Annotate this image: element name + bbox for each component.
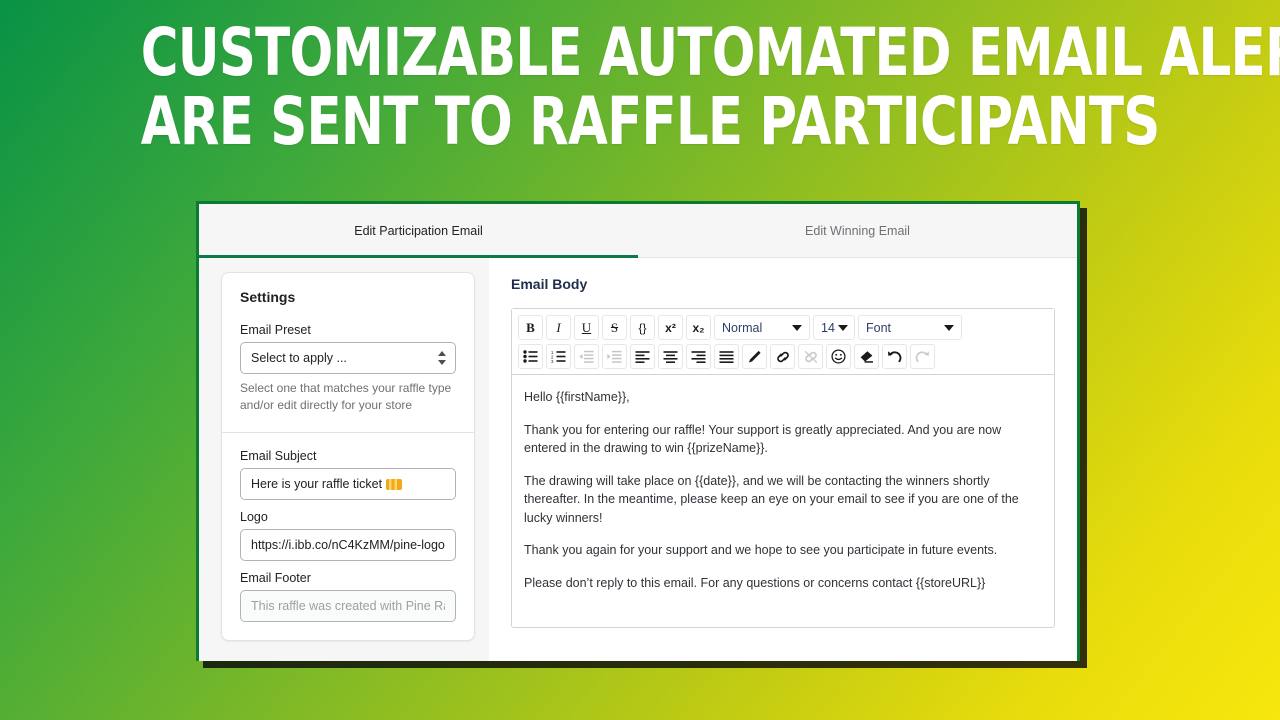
underline-button[interactable]: U (574, 315, 599, 340)
indent-button[interactable] (602, 344, 627, 369)
tab-label: Edit Participation Email (354, 223, 483, 238)
heading-select-value: Normal (722, 320, 763, 335)
logo-url-value: https://i.ibb.co/nC4KzMM/pine-logo (251, 538, 445, 553)
headline-line-1: CUSTOMIZABLE AUTOMATED EMAIL ALERTS (140, 14, 1280, 91)
email-preset-label: Email Preset (240, 323, 311, 337)
editor-toolbar: B I U S {} x² x₂ Normal 14 Font 1 2 3 (512, 309, 1054, 375)
clear-format-button[interactable] (854, 344, 879, 369)
settings-card-top-section: Settings Email Preset Select to apply ..… (222, 273, 474, 432)
emoji-button[interactable] (826, 344, 851, 369)
editor-content-area[interactable]: Hello {{firstName}}, Thank you for enter… (512, 375, 1054, 627)
align-right-button[interactable] (686, 344, 711, 369)
numbered-list-icon: 1 2 3 (551, 350, 566, 363)
link-icon (776, 351, 789, 362)
email-subject-label: Email Subject (240, 449, 317, 464)
email-paragraph: Please don’t reply to this email. For an… (524, 575, 986, 590)
app-window: Edit Participation Email Edit Winning Em… (196, 201, 1080, 661)
undo-icon (888, 350, 902, 362)
email-paragraph: The drawing will take place on {{date}},… (524, 473, 1019, 525)
italic-button[interactable]: I (546, 315, 571, 340)
indent-icon (607, 350, 622, 363)
align-justify-icon (719, 351, 734, 363)
caret-down-icon (944, 324, 954, 331)
headline-line-2: ARE SENT TO RAFFLE PARTICIPANTS (140, 82, 1161, 160)
logo-url-input[interactable]: https://i.ibb.co/nC4KzMM/pine-logo (240, 529, 456, 562)
tab-edit-winning-email[interactable]: Edit Winning Email (638, 204, 1077, 257)
bullet-list-button[interactable] (518, 344, 543, 369)
email-paragraph: Thank you again for your support and we … (524, 543, 998, 557)
bullet-list-icon (523, 350, 538, 363)
caret-down-icon (837, 324, 848, 331)
rich-text-editor: B I U S {} x² x₂ Normal 14 Font 1 2 3 He… (511, 308, 1055, 628)
email-paragraph: Thank you for entering our raffle! Your … (524, 422, 1002, 456)
align-left-icon (635, 351, 650, 363)
font-size-select[interactable]: 14 (813, 315, 855, 340)
email-subject-input[interactable]: Here is your raffle ticket (240, 468, 456, 501)
align-center-button[interactable] (658, 344, 683, 369)
settings-card: Settings Email Preset Select to apply ..… (221, 272, 475, 642)
heading-select[interactable]: Normal (714, 315, 810, 340)
email-paragraph: Hello {{firstName}}, (524, 390, 630, 404)
email-subject-value: Here is your raffle ticket (251, 477, 383, 492)
align-right-icon (691, 351, 706, 363)
tab-label: Edit Winning Email (805, 223, 910, 238)
align-left-button[interactable] (630, 344, 655, 369)
remove-link-button[interactable] (798, 344, 823, 369)
outdent-icon (579, 350, 594, 363)
font-size-select-value: 14 (821, 320, 835, 335)
email-preset-select[interactable]: Select to apply ... (240, 342, 456, 374)
font-family-select[interactable]: Font (858, 315, 962, 340)
align-center-icon (663, 351, 678, 363)
email-preset-value: Select to apply ... (251, 351, 347, 365)
caret-down-icon (792, 324, 802, 331)
numbered-list-button[interactable]: 1 2 3 (546, 344, 571, 369)
settings-card-bottom-section: Email Subject Here is your raffle ticket… (222, 433, 474, 640)
email-body-title: Email Body (511, 276, 588, 292)
redo-button[interactable] (910, 344, 935, 369)
eraser-icon (860, 350, 873, 363)
pen-icon (749, 350, 761, 362)
email-footer-label: Email Footer (240, 571, 311, 586)
font-family-select-value: Font (866, 320, 892, 335)
toolbar-row-1: B I U S {} x² x₂ Normal 14 Font (518, 315, 1048, 340)
settings-title: Settings (240, 289, 296, 305)
page-headline: CUSTOMIZABLE AUTOMATED EMAIL ALERTS ARE … (140, 14, 1280, 160)
ticket-emoji-icon (386, 478, 403, 490)
email-preset-select-wrap: Select to apply ... (240, 342, 456, 374)
email-body-pane: Email Body B I U S {} x² x₂ Normal 14 Fo… (489, 258, 1077, 661)
svg-text:3: 3 (551, 359, 554, 363)
text-color-button[interactable] (742, 344, 767, 369)
outdent-button[interactable] (574, 344, 599, 369)
tab-edit-participation-email[interactable]: Edit Participation Email (199, 204, 638, 258)
settings-pane: Settings Email Preset Select to apply ..… (199, 258, 489, 661)
content-panes: Settings Email Preset Select to apply ..… (199, 258, 1077, 661)
unlink-icon (804, 350, 817, 363)
undo-button[interactable] (882, 344, 907, 369)
subscript-button[interactable]: x₂ (686, 315, 711, 340)
bold-button[interactable]: B (518, 315, 543, 340)
email-preset-help: Select one that matches your raffle type… (240, 381, 452, 413)
superscript-button[interactable]: x² (658, 315, 683, 340)
toolbar-row-2: 1 2 3 (518, 344, 1048, 369)
insert-link-button[interactable] (770, 344, 795, 369)
logo-label: Logo (240, 510, 268, 525)
strikethrough-button[interactable]: S (602, 315, 627, 340)
code-block-button[interactable]: {} (630, 315, 655, 340)
align-justify-button[interactable] (714, 344, 739, 369)
smiley-icon (831, 349, 846, 364)
email-footer-input[interactable] (240, 590, 456, 623)
redo-icon (915, 350, 929, 362)
tabbar: Edit Participation Email Edit Winning Em… (199, 204, 1077, 258)
